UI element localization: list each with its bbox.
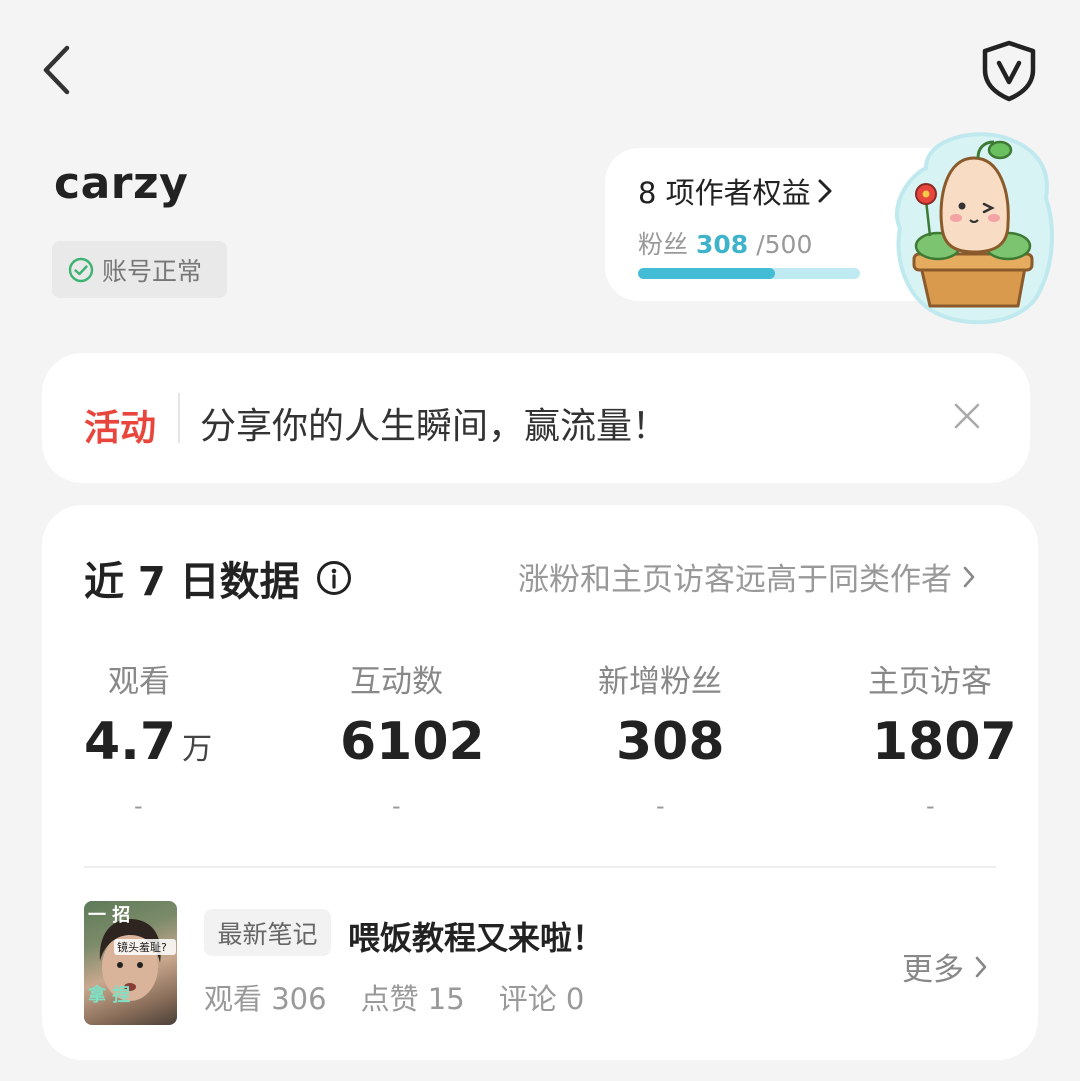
latest-note-title[interactable]: 喂饭教程又来啦！: [348, 913, 604, 959]
metric-change-new-fans: -: [656, 792, 665, 820]
note-thumbnail[interactable]: 一 招 镜头羞耻? 拿 捏: [84, 901, 177, 1025]
stats-hint-link[interactable]: 涨粉和主页访客远高于同类作者: [518, 554, 976, 599]
mascot-illustration: [886, 128, 1058, 328]
chevron-right-icon: [963, 566, 975, 587]
metric-label-views: 观看: [108, 664, 170, 700]
activity-banner[interactable]: 活动 分享你的人生瞬间，赢流量！: [42, 353, 1030, 483]
note-views: 观看 306: [204, 982, 327, 1016]
stats-title: 近 7 日数据: [84, 549, 352, 607]
fans-progress-fill: [638, 268, 775, 279]
metric-change-views: -: [134, 792, 143, 820]
verified-shield-button[interactable]: [978, 38, 1040, 104]
metric-label-visitors: 主页访客: [868, 664, 992, 700]
check-circle-icon: [68, 257, 94, 282]
thumb-top-text: 一 招: [88, 904, 130, 926]
close-button[interactable]: [946, 395, 988, 437]
fans-progress-text: 粉丝 308 /500: [638, 225, 812, 261]
fans-target: /500: [756, 230, 813, 259]
author-rights-title[interactable]: 8 项作者权益: [638, 170, 833, 212]
chevron-left-icon: [43, 45, 70, 95]
metric-unit: 万: [182, 732, 213, 767]
activity-tag: 活动: [84, 408, 157, 449]
metric-change-interactions: -: [392, 792, 401, 820]
activity-divider: [178, 393, 180, 443]
metric-value-visitors[interactable]: 1807: [872, 712, 1017, 772]
activity-text[interactable]: 分享你的人生瞬间，赢流量！: [200, 397, 668, 449]
account-status-label: 账号正常: [102, 256, 203, 286]
info-icon[interactable]: [316, 560, 352, 596]
note-likes: 点赞 15: [360, 982, 465, 1016]
more-button[interactable]: 更多: [902, 944, 988, 989]
back-button[interactable]: [34, 40, 78, 100]
latest-note-tag: 最新笔记: [204, 909, 331, 956]
account-status-badge[interactable]: 账号正常: [52, 241, 227, 298]
fans-label: 粉丝: [638, 230, 689, 259]
close-icon: [954, 403, 980, 429]
metric-value-new-fans[interactable]: 308: [616, 712, 725, 772]
metric-value-views[interactable]: 4.7 万: [84, 712, 212, 772]
divider: [84, 866, 996, 868]
chevron-right-icon: [975, 956, 987, 977]
verified-shield-icon: [982, 40, 1036, 102]
metric-change-visitors: -: [926, 792, 935, 820]
metric-label-new-fans: 新增粉丝: [598, 664, 722, 700]
latest-note-stats: 观看 306 点赞 15 评论 0: [204, 976, 584, 1018]
stats-hint-text: 涨粉和主页访客远高于同类作者: [518, 562, 952, 598]
thumb-bottom-text: 拿 捏: [87, 984, 130, 1006]
thumb-caption: 镜头羞耻?: [117, 940, 167, 954]
author-rights-label: 8 项作者权益: [638, 176, 811, 210]
fans-progress-bar: [638, 268, 860, 279]
chevron-right-icon: [818, 179, 832, 203]
note-comments: 评论 0: [498, 982, 585, 1016]
fans-current: 308: [696, 230, 749, 259]
username: carzy: [54, 158, 189, 209]
metric-label-interactions: 互动数: [350, 664, 443, 700]
more-label: 更多: [902, 952, 964, 988]
metric-number: 4.7: [84, 712, 177, 772]
stats-title-label: 近 7 日数据: [84, 559, 300, 605]
metric-value-interactions[interactable]: 6102: [340, 712, 485, 772]
